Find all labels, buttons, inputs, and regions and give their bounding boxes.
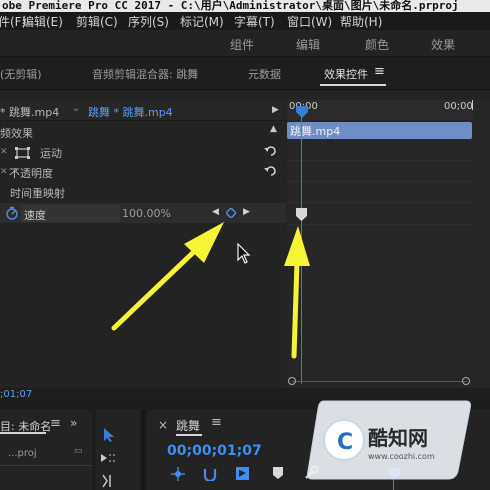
watermark-url: www.coozhi.com [368, 452, 435, 461]
motion-row[interactable]: ✕ 运动 [0, 142, 286, 162]
sequence-name[interactable]: 跳舞 [176, 417, 200, 434]
clip-header: * 跳舞.mp4 ⌄ 跳舞 * 跳舞.mp4 ▶ [0, 100, 286, 121]
speed-value[interactable]: 100.00% [122, 207, 171, 220]
next-keyframe-icon[interactable]: ▶ [243, 207, 250, 217]
tab-metadata[interactable]: 元数据 [248, 66, 281, 82]
window-title: obe Premiere Pro CC 2017 - C:\用户\Adminis… [2, 0, 459, 12]
scroll-handle-right[interactable] [462, 377, 470, 385]
prev-keyframe-icon[interactable]: ◀ [212, 207, 219, 217]
ec-timeline[interactable] [287, 100, 490, 388]
speed-field[interactable]: 速度 [21, 205, 120, 222]
snap-icon[interactable] [171, 467, 185, 481]
selection-tool-icon[interactable] [104, 428, 116, 442]
ruler-tick [472, 100, 473, 110]
motion-label: 运动 [40, 147, 62, 160]
workspace-effects[interactable]: 效果 [431, 36, 455, 53]
more-panels-icon[interactable]: » [70, 416, 77, 430]
divider [287, 224, 473, 225]
playhead-icon[interactable] [296, 106, 308, 118]
opacity-label: 不透明度 [9, 167, 53, 180]
tools-panel [96, 410, 140, 490]
sequence-tab-underline [176, 434, 202, 436]
speed-row[interactable]: 速度 100.00% ◀ ▶ [0, 203, 286, 223]
divider [0, 465, 92, 466]
panel-menu-icon[interactable]: ≡ [374, 64, 385, 79]
scroll-icon[interactable]: ▭ [74, 446, 83, 456]
video-effects-section: 频效果 ▲ [0, 122, 286, 142]
project-menu-icon[interactable]: ≡ [50, 416, 61, 431]
transform-icon [15, 147, 30, 159]
divider [287, 160, 473, 161]
stopwatch-icon[interactable] [6, 206, 19, 220]
panel-divider [142, 410, 145, 490]
clip-name: 跳舞.mp4 [290, 125, 341, 138]
tab-audio-clip-mixer[interactable]: 音频剪辑混合器: 跳舞 [92, 66, 198, 82]
playhead-line [301, 108, 302, 384]
opacity-row[interactable]: ✕ › 不透明度 [0, 162, 286, 182]
tab-effect-controls[interactable]: 效果控件 [324, 66, 368, 82]
time-ruler[interactable]: 00;00 00;00 [287, 100, 473, 120]
track-select-icon[interactable] [101, 452, 117, 464]
fx-toggle[interactable]: ✕ [0, 147, 8, 157]
section-label: 频效果 [0, 127, 33, 140]
speed-keyframe-icon[interactable] [296, 208, 307, 221]
watermark-brand: 酷知网 [368, 426, 428, 450]
play-triangle-icon[interactable]: ▶ [272, 105, 279, 115]
active-tab-indicator [320, 84, 386, 86]
keyframe-diamond-icon[interactable] [226, 208, 236, 218]
sequence-menu-icon[interactable]: ≡ [211, 415, 222, 430]
clip-bar[interactable]: 跳舞.mp4 [287, 122, 472, 139]
ruler-end: 00;00 [444, 101, 473, 112]
collapse-up-icon[interactable]: ▲ [270, 124, 277, 134]
speed-label: 速度 [24, 209, 46, 222]
title-bar: obe Premiere Pro CC 2017 - C:\用户\Adminis… [0, 0, 490, 12]
project-panel: 目: 未命名 ≡ » ...proj ▭ [0, 410, 92, 490]
time-remap-row[interactable]: 时间重映射 [0, 182, 286, 202]
master-clip-label[interactable]: * 跳舞.mp4 [0, 104, 59, 120]
scroll-handle-left[interactable] [288, 377, 296, 385]
sequence-clip-label[interactable]: 跳舞 * 跳舞.mp4 [88, 104, 173, 120]
workspace-editing[interactable]: 编辑 [296, 36, 320, 53]
time-remap-label: 时间重映射 [10, 187, 65, 200]
menu-clip[interactable]: 剪辑(C) [76, 13, 118, 30]
project-file[interactable]: ...proj [8, 448, 37, 459]
reset-icon[interactable] [264, 145, 278, 158]
menu-help[interactable]: 帮助(H) [340, 13, 382, 30]
ripple-edit-icon[interactable] [101, 474, 117, 488]
chevron-down-icon[interactable]: ⌄ [72, 103, 80, 114]
add-marker-icon[interactable] [235, 466, 250, 481]
divider [287, 181, 473, 182]
fx-toggle[interactable]: ✕ [0, 167, 8, 177]
menu-window[interactable]: 窗口(W) [287, 13, 332, 30]
sequence-timecode[interactable]: 00;00;01;07 [167, 443, 262, 459]
panel-tab-bar: (无剪辑) 音频剪辑混合器: 跳舞 元数据 效果控件 ≡ [0, 58, 490, 90]
ec-timecode[interactable]: ;01;07 [0, 389, 32, 400]
menu-title[interactable]: 字幕(T) [234, 13, 275, 30]
menu-bar: 件(F) 编辑(E) 剪辑(C) 序列(S) 标记(M) 字幕(T) 窗口(W)… [0, 12, 490, 30]
tab-source[interactable]: (无剪辑) [0, 66, 42, 82]
divider [287, 202, 473, 203]
menu-sequence[interactable]: 序列(S) [128, 13, 169, 30]
project-tab-underline [0, 432, 46, 434]
mouse-cursor-icon [237, 243, 251, 264]
watermark: C 酷知网 www.coozhi.com [307, 400, 471, 480]
zoom-scrollbar[interactable] [292, 381, 467, 382]
menu-marker[interactable]: 标记(M) [180, 13, 224, 30]
workspace-bar: 组件 编辑 颜色 效果 [0, 30, 490, 57]
workspace-assembly[interactable]: 组件 [230, 36, 254, 53]
watermark-logo: C [337, 430, 353, 455]
marker-icon[interactable] [273, 467, 283, 479]
close-icon[interactable]: × [158, 418, 168, 432]
reset-icon[interactable] [264, 165, 278, 178]
workspace-color[interactable]: 颜色 [365, 36, 389, 53]
menu-edit[interactable]: 编辑(E) [22, 13, 63, 30]
linked-selection-icon[interactable] [203, 467, 217, 481]
